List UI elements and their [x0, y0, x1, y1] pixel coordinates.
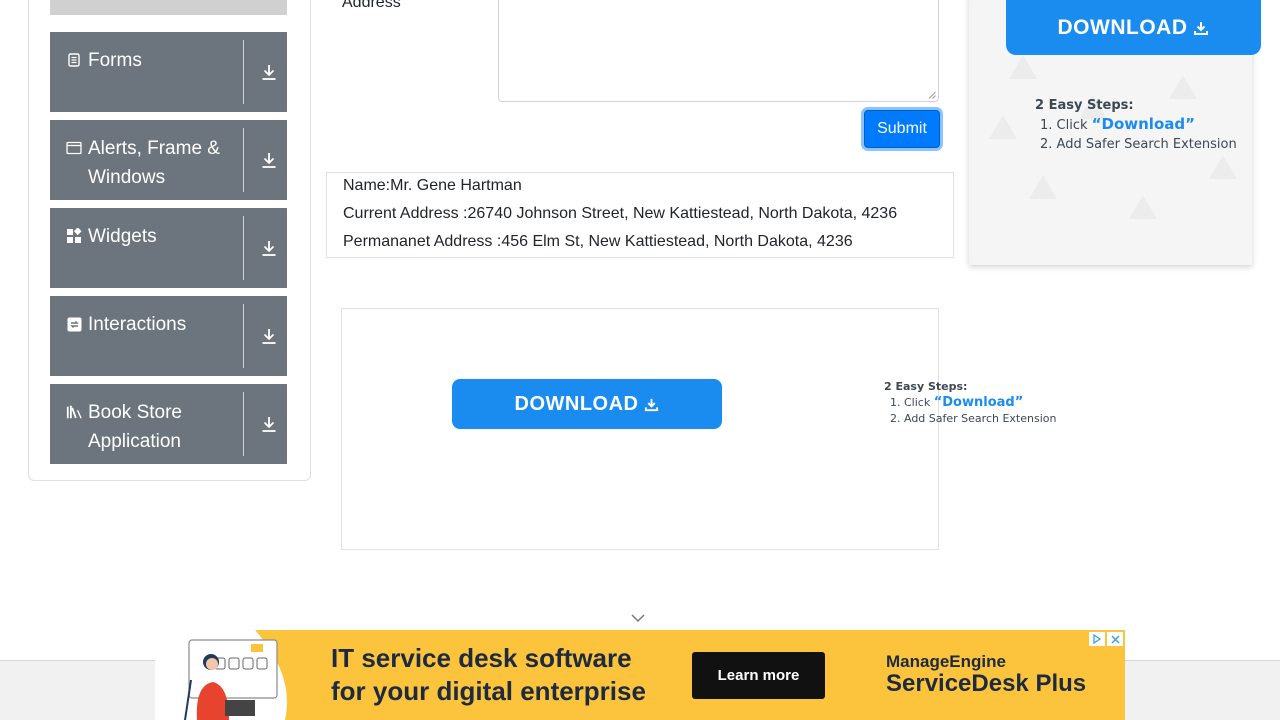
download-icon[interactable]: [259, 326, 279, 346]
divider: [243, 216, 244, 280]
resize-grip-icon[interactable]: [928, 91, 936, 99]
widgets-icon: [66, 228, 82, 244]
download-icon: [645, 398, 659, 411]
sidebar-item-interactions[interactable]: Interactions: [50, 296, 287, 376]
illustration-icon: [155, 630, 287, 720]
step1-prefix: 1. Click: [1040, 118, 1092, 133]
ad-banner[interactable]: IT service desk software for your digita…: [155, 630, 1125, 720]
ad-center[interactable]: [341, 308, 939, 550]
divider: [243, 128, 244, 192]
close-icon[interactable]: [1107, 632, 1123, 646]
sidebar-item-partial[interactable]: [50, 0, 287, 15]
output-name: Name:Mr. Gene Hartman: [343, 177, 522, 194]
sidebar-item-label: Widgets: [88, 226, 157, 247]
download-icon[interactable]: [259, 150, 279, 170]
banner-headline: IT service desk software for your digita…: [331, 642, 646, 708]
steps-title: 2 Easy Steps:: [1035, 98, 1134, 113]
sidebar-item-label: Alerts, Frame & Windows: [88, 138, 220, 188]
address-textarea[interactable]: [498, 0, 939, 102]
download-icon[interactable]: [259, 62, 279, 82]
output-current-address: Current Address :26740 Johnson Street, N…: [343, 205, 898, 222]
divider: [243, 304, 244, 368]
chevron-down-icon[interactable]: [630, 612, 646, 624]
step2: 2. Add Safer Search Extension: [890, 412, 1057, 425]
download-button-center[interactable]: DOWNLOAD: [452, 379, 722, 429]
output-permanent-address: Permananet Address :456 Elm St, New Katt…: [343, 233, 853, 250]
sidebar-item-label: Book Store Application: [88, 402, 182, 452]
download-label: DOWNLOAD: [514, 392, 639, 415]
divider: [243, 40, 244, 104]
download-button-top[interactable]: DOWNLOAD: [1006, 0, 1261, 55]
step1-prefix: 1. Click: [890, 396, 934, 409]
headline-line-1: IT service desk software: [331, 643, 632, 673]
steps-right: 2 Easy Steps: 1. Click “Download” 2. Add…: [1035, 96, 1237, 154]
address-label: Address: [342, 0, 401, 11]
interactions-icon: [66, 316, 82, 332]
sidebar-item-alerts[interactable]: Alerts, Frame & Windows: [50, 120, 287, 200]
brand-product: ServiceDesk Plus: [886, 670, 1087, 697]
form-icon: [66, 52, 82, 68]
page: Forms Alerts, Frame & Windows Widgets In…: [0, 0, 1280, 720]
learn-more-button[interactable]: Learn more: [692, 652, 825, 699]
download-icon[interactable]: [259, 414, 279, 434]
step1-link[interactable]: “Download”: [934, 395, 1024, 410]
sidebar-item-forms[interactable]: Forms: [50, 32, 287, 112]
brand-logo: ManageEngine ServiceDesk Plus: [886, 652, 1086, 698]
download-icon[interactable]: [259, 238, 279, 258]
output-box: Name:Mr. Gene Hartman Current Address :2…: [326, 172, 954, 258]
submit-button[interactable]: Submit: [864, 110, 940, 148]
sidebar-item-label: Interactions: [88, 314, 187, 335]
step1-link[interactable]: “Download”: [1092, 115, 1195, 133]
sidebar-item-label: Forms: [88, 50, 142, 71]
steps-center: 2 Easy Steps: 1. Click “Download” 2. Add…: [884, 379, 1056, 427]
divider: [243, 392, 244, 456]
download-label: DOWNLOAD: [1057, 15, 1188, 39]
sidebar-item-widgets[interactable]: Widgets: [50, 208, 287, 288]
download-icon: [1194, 21, 1209, 35]
steps-title: 2 Easy Steps:: [884, 380, 968, 393]
book-icon: [66, 404, 82, 420]
brand-name: ManageEngine: [886, 652, 1006, 671]
headline-line-2: for your digital enterprise: [331, 676, 646, 706]
sidebar-item-book-store[interactable]: Book Store Application: [50, 384, 287, 464]
window-icon: [66, 140, 82, 156]
ad-choices[interactable]: [1089, 632, 1123, 646]
step2: 2. Add Safer Search Extension: [1040, 137, 1237, 152]
adchoices-icon[interactable]: [1089, 632, 1105, 646]
